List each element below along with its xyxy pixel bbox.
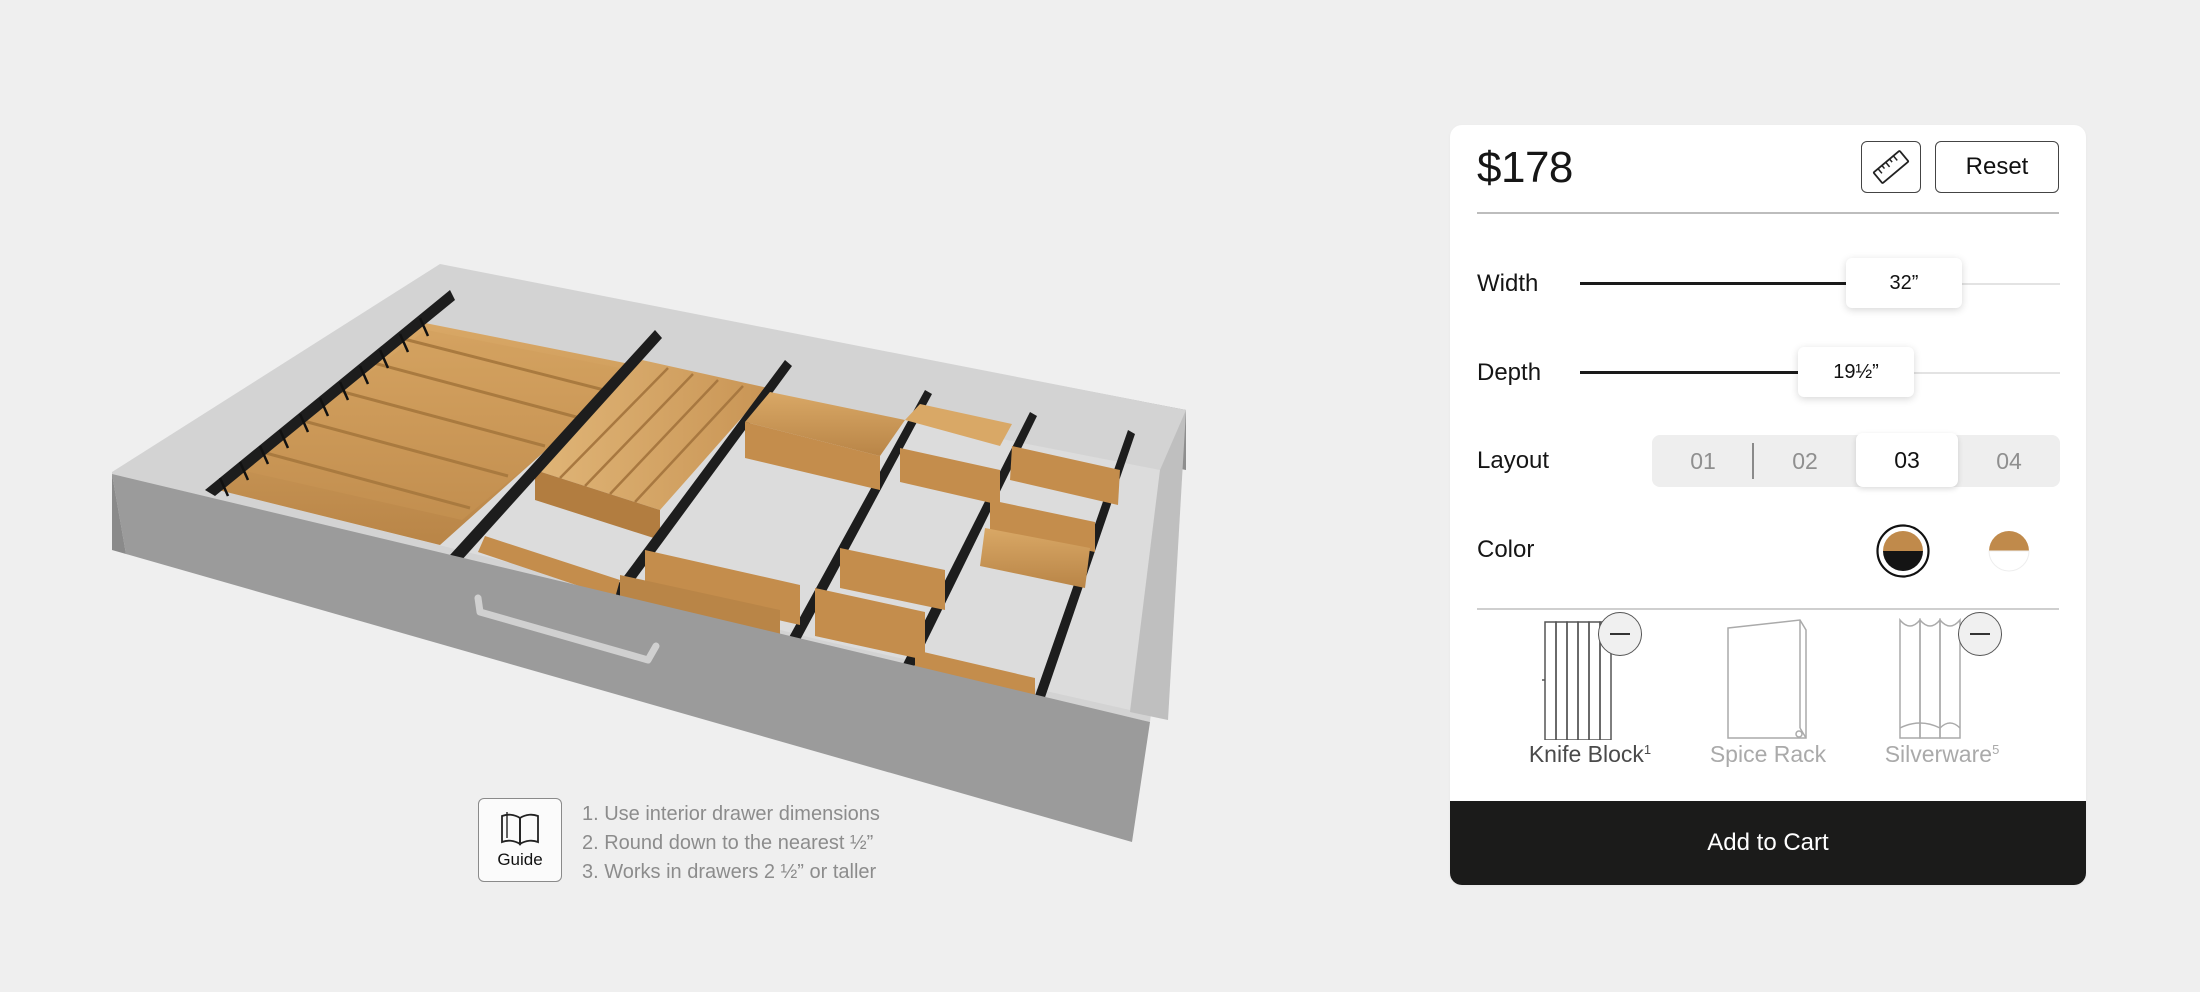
width-slider-fill	[1580, 282, 1876, 285]
bamboo-white-swatch-icon	[1988, 531, 2030, 572]
color-swatch-walnut-black[interactable]	[1875, 523, 1931, 579]
guide-step: 2. Round down to the nearest ½”	[582, 832, 874, 854]
ruler-icon	[1872, 150, 1910, 184]
accessory-label: Silverware5	[1884, 741, 2000, 767]
layout-selector: 01 02 03 04	[1652, 433, 2060, 487]
knife-block-icon	[1542, 621, 1612, 740]
accessory-label: Spice Rack	[1709, 741, 1827, 767]
guide-step: 3. Works in drawers 2 ½” or taller	[582, 861, 877, 883]
open-book-icon	[501, 812, 539, 846]
guide-label: Guide	[497, 850, 543, 869]
guide-button[interactable]: Guide	[478, 798, 562, 882]
accessory-label: Knife Block1	[1528, 741, 1652, 767]
price: $178	[1477, 143, 1573, 192]
accessory-knife-block[interactable]: Knife Block1	[1510, 610, 1670, 770]
depth-slider[interactable]: 19½”	[1580, 343, 2060, 403]
depth-slider-fill	[1580, 371, 1828, 374]
layout-option-02[interactable]: 02	[1754, 435, 1856, 487]
divider	[1477, 212, 2059, 214]
measure-button[interactable]	[1861, 141, 1921, 193]
guide-steps: 1. Use interior drawer dimensions 2. Rou…	[582, 800, 880, 887]
width-label: Width	[1477, 270, 1539, 297]
accessory-silverware[interactable]: Silverware5	[1862, 610, 2022, 770]
layout-option-01[interactable]: 01	[1652, 435, 1754, 487]
depth-label: Depth	[1477, 359, 1542, 386]
width-slider[interactable]: 32”	[1580, 254, 2060, 314]
minus-icon	[1970, 633, 1990, 635]
accessory-spice-rack[interactable]: Spice Rack	[1688, 610, 1848, 770]
remove-silverware-button[interactable]	[1958, 612, 2002, 656]
walnut-black-swatch-icon	[1876, 524, 1930, 578]
minus-icon	[1610, 633, 1630, 635]
spice-rack-icon	[1727, 619, 1807, 739]
remove-knife-block-button[interactable]	[1598, 612, 1642, 656]
layout-option-04[interactable]: 04	[1958, 435, 2060, 487]
guide-step: 1. Use interior drawer dimensions	[582, 803, 880, 825]
configurator-panel: $178 Reset Width 32” Depth 19½” Layout 0…	[1450, 125, 2086, 885]
reset-button[interactable]: Reset	[1935, 141, 2059, 193]
color-swatch-bamboo-white[interactable]	[1981, 523, 2037, 579]
layout-option-03[interactable]: 03	[1856, 433, 1958, 487]
layout-label: Layout	[1477, 447, 1550, 474]
depth-slider-thumb[interactable]: 19½”	[1798, 347, 1914, 397]
color-label: Color	[1477, 536, 1535, 563]
width-slider-thumb[interactable]: 32”	[1846, 258, 1962, 308]
add-to-cart-button[interactable]: Add to Cart	[1450, 801, 2086, 885]
